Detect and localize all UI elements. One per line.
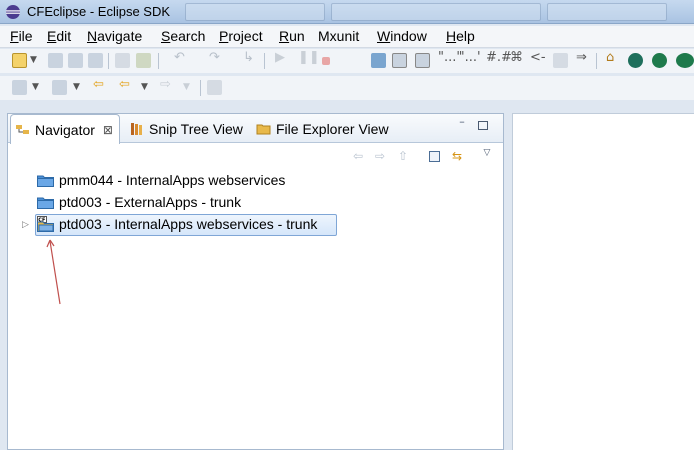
- menu-search[interactable]: Search: [161, 28, 205, 44]
- tree-item-label: ptd003 - InternalApps webservices - trun…: [59, 216, 318, 232]
- view-tab-bar: Navigator ⊠ Snip Tree View File Explorer…: [8, 114, 503, 144]
- comment-icon[interactable]: <-: [530, 50, 546, 65]
- view-menu-icon[interactable]: ▽: [480, 146, 494, 160]
- minimize-icon[interactable]: –: [456, 116, 468, 128]
- menu-window[interactable]: Window: [377, 28, 427, 44]
- info-circle-icon[interactable]: [676, 53, 694, 68]
- toolbar-separator: [158, 53, 159, 69]
- tree-item-label: pmm044 - InternalApps webservices: [59, 172, 286, 188]
- eclipse-icon: [6, 5, 20, 19]
- terminate-icon[interactable]: [322, 57, 330, 65]
- background-taskbar-tabs: [185, 3, 694, 21]
- dropdown-icon[interactable]: ▼: [73, 82, 80, 92]
- toolbar-separator: [596, 53, 597, 69]
- tree-item[interactable]: pmm044 - InternalApps webservices: [8, 170, 503, 192]
- menu-mxunit[interactable]: Mxunit: [318, 28, 359, 44]
- open-resource-icon[interactable]: [415, 53, 430, 68]
- forward-icon[interactable]: ⇒: [576, 50, 587, 65]
- navigator-view: Navigator ⊠ Snip Tree View File Explorer…: [7, 113, 504, 450]
- undo-icon[interactable]: ↶: [174, 50, 185, 65]
- tab-file-explorer-view[interactable]: File Explorer View: [256, 114, 389, 143]
- annotation-arrow: [46, 239, 61, 305]
- folder-open-icon: [256, 124, 271, 134]
- nav-back-icon[interactable]: [12, 80, 27, 95]
- expand-icon[interactable]: ▷: [22, 220, 29, 230]
- folder-icon: [37, 175, 54, 187]
- resume-icon[interactable]: ▶: [275, 50, 285, 65]
- main-toolbar: ▼ ↶ ↷ ↳ ▶ ❚❚ "..." '...' #.# ⌘ <- ⇒ ⌂: [0, 49, 694, 73]
- menu-edit[interactable]: Edit: [47, 28, 71, 44]
- maximize-icon[interactable]: [478, 121, 488, 130]
- nav-forward-icon[interactable]: [52, 80, 67, 95]
- wrap-icon[interactable]: ⌘: [510, 50, 523, 65]
- quote-icon[interactable]: "...": [438, 50, 462, 65]
- print-icon[interactable]: [88, 53, 103, 68]
- editor-area: [512, 113, 694, 450]
- up-icon[interactable]: ⇧: [396, 149, 410, 163]
- forward-dropdown-icon[interactable]: ▼: [183, 82, 190, 92]
- new-dropdown-icon[interactable]: ▼: [30, 55, 37, 65]
- menu-help[interactable]: Help: [446, 28, 475, 44]
- menu-bar: File Edit Navigate Search Project Run Mx…: [0, 26, 694, 48]
- collapse-all-icon[interactable]: [429, 151, 440, 162]
- back-dropdown-icon[interactable]: ▼: [141, 82, 148, 92]
- toolbar-separator: [264, 53, 265, 69]
- navigator-view-toolbar: ⇦ ⇨ ⇧ ⇆ ▽: [8, 144, 503, 168]
- tab-navigator[interactable]: Navigator ⊠: [10, 114, 120, 144]
- menu-navigate[interactable]: Navigate: [87, 28, 142, 44]
- step-icon[interactable]: ↳: [243, 50, 254, 65]
- suspend-icon[interactable]: ❚❚: [298, 50, 320, 65]
- toolbar-separator: [200, 80, 201, 96]
- window-title: CFEclipse - Eclipse SDK: [27, 4, 171, 19]
- single-quote-icon[interactable]: '...': [461, 50, 481, 65]
- navigator-icon: [16, 124, 29, 134]
- format-icon[interactable]: [115, 53, 130, 68]
- menu-file[interactable]: File: [10, 28, 33, 44]
- back-icon[interactable]: ⇦: [119, 77, 130, 92]
- dropdown-icon[interactable]: ▼: [32, 82, 39, 92]
- cf-project-icon: CF: [37, 216, 54, 232]
- tab-label: Snip Tree View: [149, 120, 243, 137]
- save-all-icon[interactable]: [68, 53, 83, 68]
- last-edit-icon[interactable]: ⇦: [93, 77, 104, 92]
- home-icon[interactable]: ⌂: [606, 50, 614, 65]
- snip-tree-icon: [131, 122, 142, 135]
- globe-icon[interactable]: [628, 53, 643, 68]
- menu-run[interactable]: Run: [279, 28, 305, 44]
- title-bar: CFEclipse - Eclipse SDK: [0, 0, 694, 24]
- folder-icon: [37, 197, 54, 209]
- secondary-toolbar: ▼ ▼ ⇦ ⇦ ▼ ⇨ ▼: [0, 76, 694, 100]
- run-snippet-icon[interactable]: [136, 53, 151, 68]
- tab-label: File Explorer View: [276, 120, 389, 137]
- toolbar-separator: [108, 53, 109, 69]
- tab-snip-tree-view[interactable]: Snip Tree View: [129, 114, 243, 143]
- new-icon[interactable]: [12, 53, 27, 68]
- menu-project[interactable]: Project: [219, 28, 263, 44]
- close-icon[interactable]: ⊠: [103, 123, 113, 137]
- save-icon[interactable]: [48, 53, 63, 68]
- debug-icon[interactable]: [371, 53, 386, 68]
- back-icon[interactable]: ⇦: [351, 149, 365, 163]
- tree-item-selected[interactable]: ▷ CF ptd003 - InternalApps webservices -…: [8, 214, 503, 236]
- tab-label: Navigator: [35, 121, 95, 138]
- tree-item[interactable]: ptd003 - ExternalApps - trunk: [8, 192, 503, 214]
- redo-icon[interactable]: ↷: [209, 50, 220, 65]
- hash-icon[interactable]: #.#: [486, 50, 512, 65]
- help-circle-icon[interactable]: [652, 53, 667, 68]
- forward-icon[interactable]: ⇨: [373, 149, 387, 163]
- tree-item-label: ptd003 - ExternalApps - trunk: [59, 194, 242, 210]
- link-with-editor-icon[interactable]: ⇆: [450, 149, 464, 163]
- open-type-icon[interactable]: [392, 53, 407, 68]
- forward-arrow-icon[interactable]: ⇨: [160, 77, 171, 92]
- pin-icon[interactable]: [207, 80, 222, 95]
- doc-icon[interactable]: [553, 53, 568, 68]
